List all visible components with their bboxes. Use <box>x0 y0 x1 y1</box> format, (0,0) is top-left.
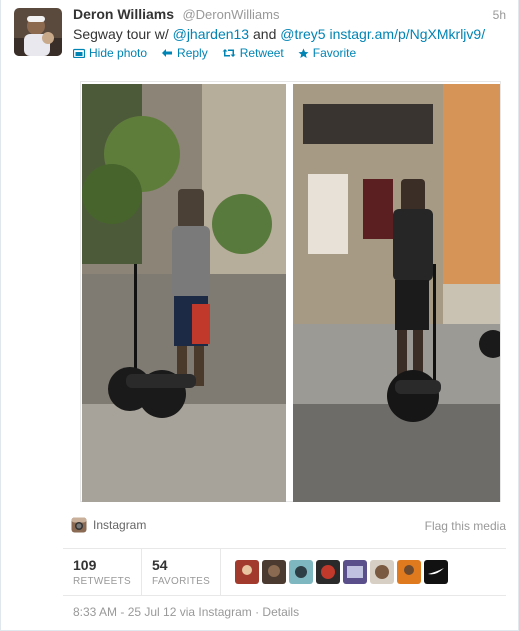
author-fullname[interactable]: Deron Williams <box>73 6 174 22</box>
retweet-button[interactable]: Retweet <box>222 46 284 60</box>
reply-label: Reply <box>177 46 208 60</box>
user-avatar-image <box>289 560 314 584</box>
tweet-time[interactable]: 5h <box>493 8 506 22</box>
tweet-meta: 8:33 AM - 25 Jul 12 via Instagram · Deta… <box>73 605 299 619</box>
user-avatar[interactable] <box>235 560 260 584</box>
reply-icon <box>162 49 173 57</box>
tweet-header: Deron Williams @DeronWilliams 5h <box>73 6 508 26</box>
favorites-count: 54 <box>151 557 168 573</box>
tweet-text: Segway tour w/ @jharden13 and @trey5 ins… <box>73 26 485 42</box>
user-avatar[interactable] <box>289 560 314 584</box>
user-avatar[interactable] <box>397 560 422 584</box>
segway-photo-left <box>82 84 286 502</box>
mention-trey5[interactable]: @trey5 <box>280 26 325 42</box>
media-footer: Instagram Flag this media <box>71 517 506 537</box>
user-avatar-image <box>370 560 395 584</box>
tweet-timestamp[interactable]: 8:33 AM - 25 Jul 12 via Instagram · Deta… <box>73 605 299 619</box>
retweet-label: Retweet <box>239 46 284 60</box>
photo-left <box>82 84 286 502</box>
tweet-stats: 109 RETWEETS 54 FAVORITES <box>63 548 506 596</box>
media-container[interactable] <box>80 81 501 502</box>
user-avatar-image <box>235 560 260 584</box>
retweets-count: 109 <box>73 557 97 573</box>
user-avatar-image <box>316 560 341 584</box>
hide-photo-button[interactable]: Hide photo <box>73 46 147 60</box>
reply-button[interactable]: Reply <box>161 46 208 60</box>
tweet-actions: Hide photo Reply Retweet Favorite <box>73 46 356 60</box>
tweet-text-prefix: Segway tour w/ <box>73 26 173 42</box>
author-username[interactable]: @DeronWilliams <box>182 7 279 22</box>
user-avatar[interactable] <box>370 560 395 584</box>
user-avatar-image <box>262 560 287 584</box>
favorites-label: FAVORITES <box>151 576 211 587</box>
media-source-label: Instagram <box>93 518 147 532</box>
flag-media-link[interactable]: Flag this media <box>425 519 506 533</box>
avatar[interactable] <box>14 8 62 56</box>
user-avatar[interactable] <box>316 560 341 584</box>
photo-icon <box>73 48 85 58</box>
segway-photo-right <box>293 84 500 502</box>
avatar-image <box>14 8 62 56</box>
instagram-icon <box>71 517 87 533</box>
retweet-icon <box>222 49 236 57</box>
user-avatar[interactable] <box>262 560 287 584</box>
hide-photo-label: Hide photo <box>89 46 148 60</box>
tweet-url-link[interactable]: instagr.am/p/NgXMkrljv9/ <box>329 26 485 42</box>
user-avatar-image <box>424 560 449 584</box>
tweet-card: Deron Williams @DeronWilliams 5h Segway … <box>0 0 519 631</box>
favorite-label: Favorite <box>312 46 357 60</box>
user-avatar-image <box>397 560 422 584</box>
user-avatar[interactable] <box>343 560 368 584</box>
favorite-button[interactable]: Favorite <box>298 46 356 60</box>
retweets-stat[interactable]: 109 RETWEETS <box>63 548 142 596</box>
favoriters-avatars <box>221 560 449 584</box>
user-avatar-image <box>343 560 368 584</box>
star-icon <box>298 48 309 58</box>
tweet-text-middle: and <box>249 26 281 42</box>
photo-right <box>293 84 500 502</box>
retweets-label: RETWEETS <box>73 576 131 587</box>
favorites-stat[interactable]: 54 FAVORITES <box>142 548 222 596</box>
mention-jharden13[interactable]: @jharden13 <box>173 26 250 42</box>
user-avatar[interactable] <box>424 560 449 584</box>
